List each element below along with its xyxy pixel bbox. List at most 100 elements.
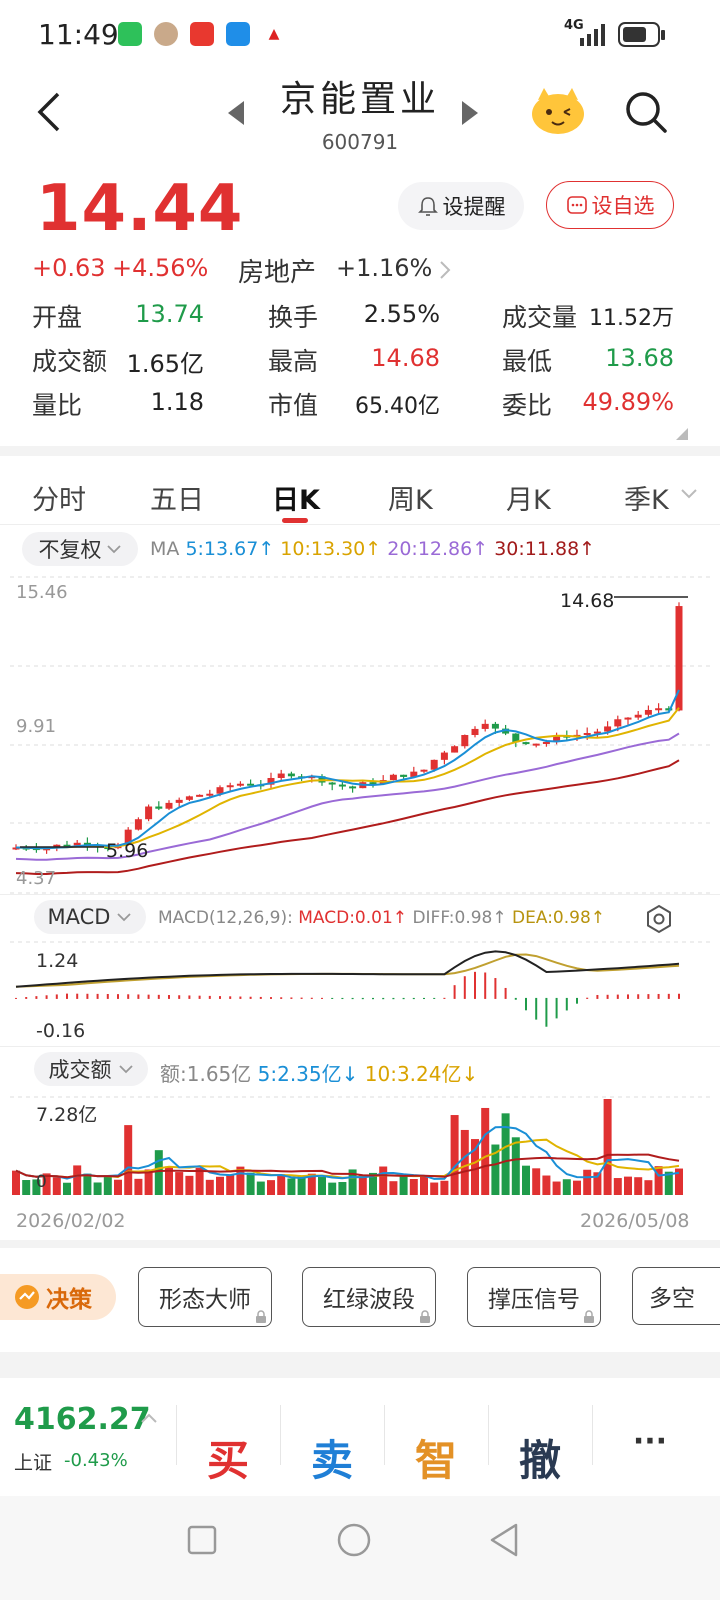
tab-daily-k[interactable]: 日K [272,478,320,517]
volume-bar [216,1176,224,1195]
tab-monthly-k[interactable]: 月K [506,478,551,517]
candle-body [155,806,163,809]
volume-bar [522,1165,530,1195]
back-nav-icon[interactable] [488,1522,520,1558]
more-button[interactable]: ··· [610,1424,690,1459]
candle-body [134,819,142,830]
volume-bar [450,1115,459,1195]
settings-icon[interactable] [645,904,673,934]
home-icon[interactable] [336,1522,372,1558]
message-icon [226,22,250,46]
sector-change[interactable]: +1.16% [336,254,432,282]
volume-bar [154,1150,163,1195]
price-change-pct: +4.56% [112,254,209,282]
volume-ma5-line [15,1125,680,1180]
stat-value-volume-ratio: 1.18 [150,388,204,416]
ma10-line [15,707,680,850]
volume-bar [277,1174,286,1195]
volume-bar [552,1181,561,1195]
volume-bar [226,1175,235,1195]
stock-name: 京能置业 [279,79,440,120]
volume-bar [583,1169,592,1195]
mascot-icon[interactable] [530,86,586,136]
volume-name: 成交额 [48,1058,112,1082]
tools-divider [0,1240,720,1248]
ma-legend: MA 5:13.67↑ 10:13.30↑ 20:12.86↑ 30:11.88… [150,538,595,560]
volume-bar [12,1170,20,1195]
expand-corner-icon[interactable] [676,428,688,440]
candle-body [522,742,530,745]
macd-dea: DEA:0.98↑ [512,908,606,928]
candle-body [461,735,469,747]
volume-chart[interactable] [0,1095,720,1215]
volume-bar [440,1180,449,1195]
macd-dropdown[interactable]: MACD [34,900,146,934]
candle-body [491,723,499,729]
pattern-master-label: 形态大师 [159,1287,251,1313]
candle-body [185,796,193,800]
candle-body [349,786,357,789]
bottom-divider [0,1352,720,1378]
long-short-button[interactable]: 多空 [632,1267,720,1325]
recent-apps-icon[interactable] [186,1524,218,1556]
tab-quarterly-k[interactable]: 季K [624,478,669,517]
chevron-down-icon[interactable] [680,488,698,500]
sector-name[interactable]: 房地产 [238,252,316,289]
adjust-dropdown[interactable]: 不复权 [22,532,138,566]
volume-bar [124,1125,133,1195]
stat-value-high: 14.68 [371,344,440,372]
tab-weekly-k[interactable]: 周K [388,478,433,517]
volume-amount: 额:1.65亿 [160,1062,252,1086]
volume-bar [409,1179,418,1195]
red-green-band-button[interactable]: 红绿波段 [302,1267,436,1327]
candle-body [400,774,408,777]
stat-label-bid-ratio: 委比 [502,391,553,420]
next-stock-icon[interactable] [460,100,480,126]
decision-label: 决策 [46,1287,92,1313]
candle-body [277,773,285,778]
macd-chart[interactable] [0,940,720,1050]
tab-intraday[interactable]: 分时 [32,478,86,517]
volume-bar [430,1182,439,1195]
chevron-right-icon[interactable] [438,260,452,280]
volume-bar [420,1175,428,1195]
volume-bar [114,1179,122,1195]
wechat-icon [118,22,142,46]
ma5-value: 5:13.67↑ [185,538,275,560]
candle-body [532,743,540,746]
volume-y-zero: 0 [36,1172,47,1192]
cancel-order-button[interactable]: 撤 [500,1440,580,1482]
search-icon[interactable] [624,90,668,134]
volume-y-top: 7.28亿 [36,1104,98,1126]
index-value[interactable]: 4162.27 [14,1402,151,1437]
candle-body [287,773,295,777]
volume-dropdown[interactable]: 成交额 [34,1052,148,1086]
buy-button[interactable]: 买 [188,1440,268,1482]
adjust-label: 不复权 [38,538,102,562]
smart-button[interactable]: 智 [396,1440,476,1482]
candle-body [634,714,642,718]
sell-button[interactable]: 卖 [292,1440,372,1482]
chevron-up-icon[interactable] [140,1412,158,1424]
stat-label-volume: 成交量 [502,303,578,332]
avatar-icon [154,22,178,46]
stat-label-volume-ratio: 量比 [32,391,83,420]
decision-button[interactable]: 决策 [0,1274,116,1320]
stat-label-turnover: 换手 [268,303,319,332]
candle-body [430,759,438,770]
stock-code: 600791 [321,130,399,154]
add-watchlist-button[interactable]: 设自选 [546,181,674,229]
volume-legend: 额:1.65亿 5:2.35亿↓ 10:3.24亿↓ [160,1058,478,1087]
tab-five-day[interactable]: 五日 [150,478,204,517]
pattern-master-button[interactable]: 形态大师 [138,1267,272,1327]
volume-ma10: 10:3.24亿↓ [364,1062,479,1086]
volume-bar [63,1182,71,1195]
set-alert-button[interactable]: 设提醒 [398,182,524,230]
ma5-line [15,689,680,850]
volume-bar [83,1173,92,1195]
candle-body [420,769,428,772]
support-pressure-button[interactable]: 撑压信号 [467,1267,601,1327]
volume-bar [379,1166,388,1195]
candle-body [644,709,652,715]
macd-legend: MACD(12,26,9): MACD:0.01↑ DIFF:0.98↑ DEA… [158,908,605,928]
